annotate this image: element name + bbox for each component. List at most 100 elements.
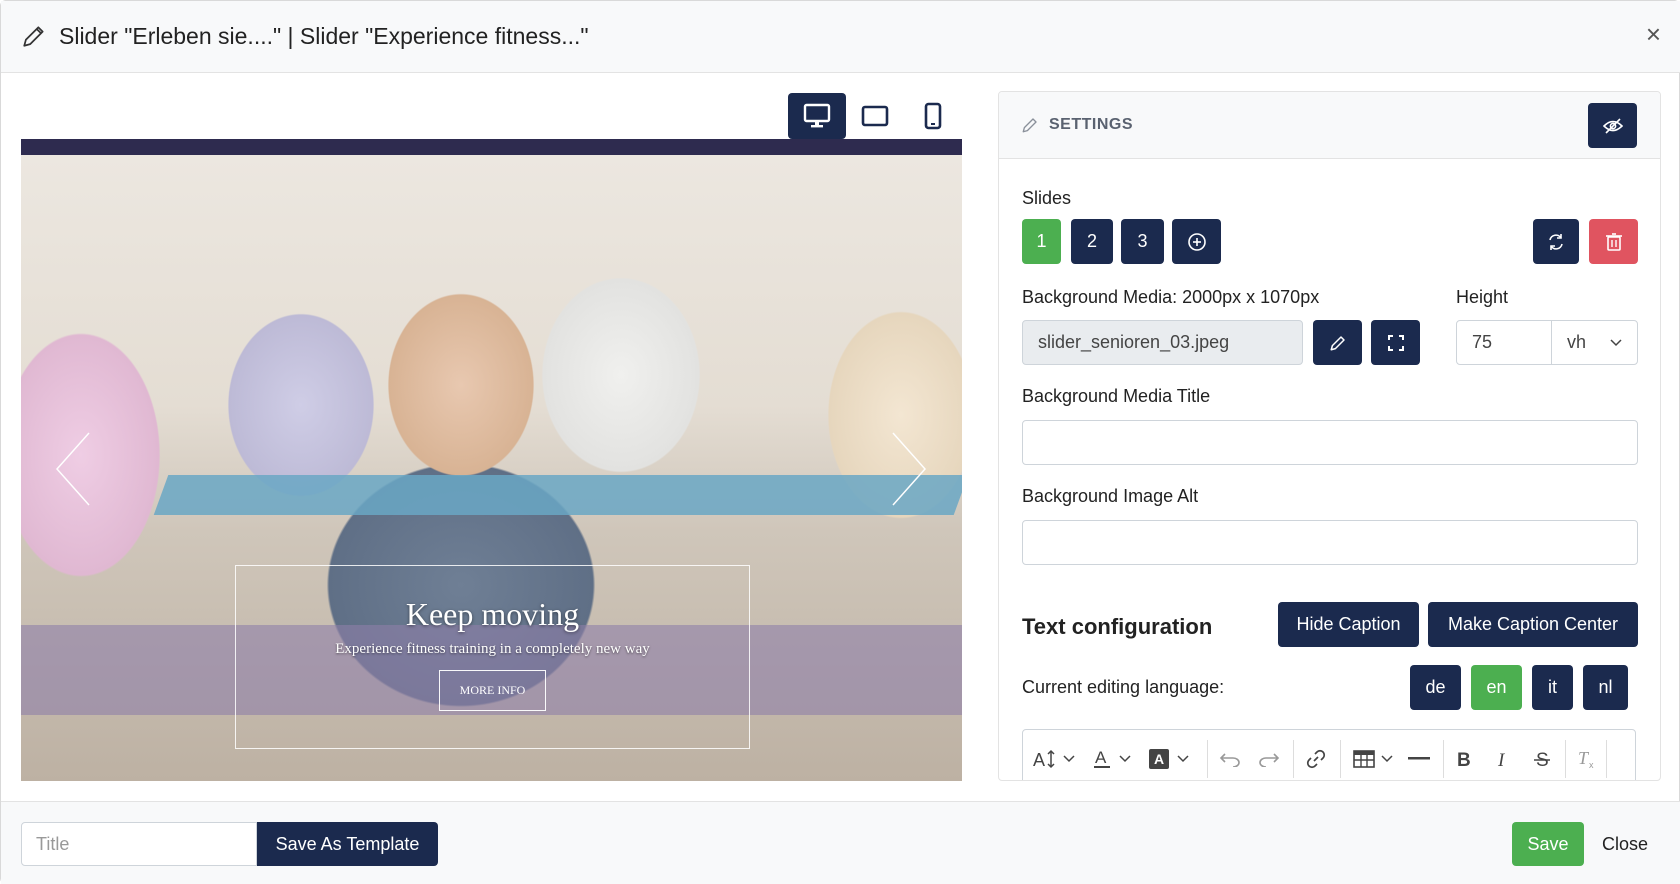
- refresh-icon: [1549, 233, 1563, 250]
- chevron-left-icon[interactable]: [53, 429, 93, 509]
- preview-top-band: [21, 139, 962, 155]
- table-icon: [1353, 750, 1375, 768]
- tablet-view-button[interactable]: [846, 93, 904, 139]
- editing-language-label: Current editing language:: [1022, 677, 1225, 697]
- toggle-visibility-button[interactable]: [1588, 103, 1637, 148]
- italic-button[interactable]: I: [1496, 744, 1510, 774]
- chevron-down-icon: [1177, 755, 1189, 763]
- chevron-down-icon: [1063, 755, 1075, 763]
- link-button[interactable]: [1306, 744, 1326, 774]
- language-it-button[interactable]: it: [1532, 665, 1573, 710]
- slide-caption: Keep moving Experience fitness training …: [235, 565, 750, 749]
- svg-text:A: A: [1033, 750, 1045, 770]
- link-icon: [1306, 749, 1326, 769]
- svg-text:A: A: [1154, 751, 1164, 767]
- expand-icon: [1387, 334, 1404, 351]
- save-button[interactable]: Save: [1512, 822, 1584, 866]
- toolbar-divider: [1606, 740, 1607, 778]
- horizontal-line-button[interactable]: [1408, 744, 1430, 774]
- desktop-view-button[interactable]: [788, 93, 846, 139]
- horizontal-line-icon: [1408, 757, 1430, 760]
- svg-text:I: I: [1497, 750, 1506, 769]
- slide-button-3[interactable]: 3: [1121, 219, 1164, 264]
- slider-editor-modal: Slider "Erleben sie...." | Slider "Exper…: [0, 0, 1680, 884]
- slide-button-1[interactable]: 1: [1022, 219, 1061, 264]
- make-caption-center-button[interactable]: Make Caption Center: [1428, 602, 1638, 647]
- font-color-dropdown[interactable]: A: [1093, 744, 1131, 774]
- undo-button[interactable]: [1219, 744, 1241, 774]
- close-button[interactable]: Close: [1590, 822, 1660, 866]
- plus-circle-icon: [1187, 232, 1206, 251]
- edit-media-button[interactable]: [1313, 320, 1362, 365]
- pencil-icon: [23, 26, 44, 47]
- slide-button-2[interactable]: 2: [1071, 219, 1113, 264]
- save-as-template-button[interactable]: Save As Template: [257, 822, 438, 866]
- hide-caption-button[interactable]: Hide Caption: [1278, 602, 1419, 647]
- bg-image-alt-label: Background Image Alt: [1022, 486, 1199, 506]
- image-mat-blue: [153, 475, 962, 515]
- italic-icon: I: [1497, 750, 1506, 769]
- tablet-icon: [861, 105, 889, 127]
- clear-format-button[interactable]: T x: [1577, 744, 1597, 774]
- pencil-icon: [1022, 118, 1037, 133]
- svg-text:A: A: [1095, 748, 1107, 767]
- chevron-down-icon: [1610, 338, 1622, 346]
- more-info-button[interactable]: MORE INFO: [438, 670, 547, 711]
- template-title-input[interactable]: Title: [21, 822, 257, 866]
- delete-slide-button[interactable]: [1589, 219, 1638, 264]
- height-label: Height: [1456, 287, 1509, 307]
- slider-preview: Keep moving Experience fitness training …: [21, 139, 962, 781]
- modal-title: Slider "Erleben sie...." | Slider "Exper…: [59, 23, 589, 49]
- text-config-heading: Text configuration: [1022, 614, 1213, 639]
- phone-icon: [924, 102, 942, 130]
- table-dropdown[interactable]: [1353, 744, 1393, 774]
- close-icon[interactable]: ×: [1646, 21, 1661, 47]
- pencil-icon: [1330, 335, 1345, 350]
- language-de-button[interactable]: de: [1410, 665, 1461, 710]
- expand-media-button[interactable]: [1371, 320, 1420, 365]
- slides-label: Slides: [1022, 188, 1072, 208]
- background-color-icon: A: [1149, 749, 1169, 769]
- height-input[interactable]: 75: [1456, 320, 1552, 365]
- height-unit-value: vh: [1567, 332, 1587, 352]
- modal-footer: Title Save As Template Save Close: [1, 801, 1680, 884]
- text-editor-toolbar: A A A B I S T x: [1022, 729, 1636, 780]
- chevron-down-icon: [1119, 755, 1131, 763]
- font-size-icon: A: [1033, 749, 1055, 770]
- svg-text:B: B: [1457, 750, 1471, 769]
- toolbar-divider: [1207, 740, 1208, 778]
- chevron-right-icon[interactable]: [889, 429, 929, 509]
- toolbar-divider: [1340, 740, 1341, 778]
- font-size-dropdown[interactable]: A: [1033, 744, 1075, 774]
- redo-icon: [1259, 753, 1280, 767]
- add-slide-button[interactable]: [1172, 219, 1221, 264]
- bg-media-title-input[interactable]: [1022, 420, 1638, 465]
- refresh-slide-button[interactable]: [1533, 219, 1579, 264]
- bg-media-label: Background Media: 2000px x 1070px: [1022, 287, 1320, 307]
- language-nl-button[interactable]: nl: [1583, 665, 1628, 710]
- mobile-view-button[interactable]: [904, 93, 962, 139]
- clear-format-icon: T x: [1578, 749, 1594, 769]
- bg-image-alt-input[interactable]: [1022, 520, 1638, 565]
- caption-title: Keep moving: [405, 596, 580, 632]
- strikethrough-button[interactable]: S: [1534, 744, 1550, 774]
- modal-header: Slider "Erleben sie...." | Slider "Exper…: [1, 1, 1680, 73]
- trash-icon: [1605, 232, 1622, 251]
- language-en-button[interactable]: en: [1471, 665, 1522, 710]
- chevron-down-icon: [1381, 755, 1393, 763]
- redo-button[interactable]: [1258, 744, 1280, 774]
- eye-slash-icon: [1602, 117, 1623, 134]
- background-color-dropdown[interactable]: A: [1149, 744, 1189, 774]
- strikethrough-icon: S: [1534, 750, 1550, 769]
- monitor-icon: [803, 103, 831, 128]
- toolbar-divider: [1293, 740, 1294, 778]
- bold-button[interactable]: B: [1456, 744, 1472, 774]
- settings-title: SETTINGS: [1049, 116, 1134, 133]
- bold-icon: B: [1457, 750, 1471, 769]
- svg-text:x: x: [1589, 760, 1594, 769]
- height-unit-select[interactable]: vh: [1551, 320, 1638, 365]
- toolbar-divider: [1565, 740, 1566, 778]
- bg-media-title-label: Background Media Title: [1022, 386, 1211, 406]
- undo-icon: [1219, 753, 1240, 767]
- font-color-icon: A: [1094, 748, 1110, 768]
